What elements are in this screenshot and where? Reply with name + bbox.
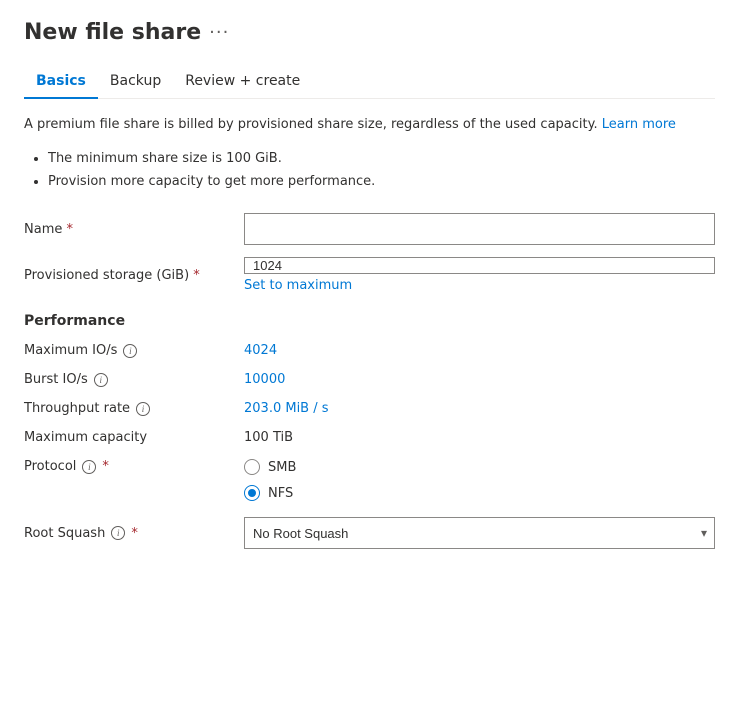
- perf-label-burst-ios: Burst IO/s i: [24, 372, 244, 387]
- root-squash-label: Root Squash i *: [24, 526, 244, 541]
- tab-backup[interactable]: Backup: [98, 65, 173, 99]
- protocol-label: Protocol i *: [24, 459, 244, 474]
- protocol-radio-group: SMB NFS: [244, 459, 296, 501]
- name-input[interactable]: [244, 213, 715, 245]
- perf-value-burst-ios: 10000: [244, 372, 285, 387]
- provisioned-required: *: [193, 268, 200, 283]
- bullet-list: The minimum share size is 100 GiB. Provi…: [24, 147, 715, 194]
- perf-label-max-ios: Maximum IO/s i: [24, 343, 244, 358]
- info-icon-throughput[interactable]: i: [136, 402, 150, 416]
- info-icon-root-squash[interactable]: i: [111, 526, 125, 540]
- protocol-nfs-label: NFS: [268, 486, 293, 501]
- tab-basics[interactable]: Basics: [24, 65, 98, 99]
- root-squash-required: *: [131, 526, 138, 541]
- provisioned-input[interactable]: [244, 257, 715, 274]
- perf-label-throughput: Throughput rate i: [24, 401, 244, 416]
- perf-row-throughput: Throughput rate i 203.0 MiB / s: [24, 401, 715, 416]
- page-title: New file share: [24, 20, 201, 45]
- protocol-smb-option[interactable]: SMB: [244, 459, 296, 475]
- perf-row-burst-ios: Burst IO/s i 10000: [24, 372, 715, 387]
- name-label: Name *: [24, 222, 244, 237]
- perf-value-throughput: 203.0 MiB / s: [244, 401, 329, 416]
- protocol-required: *: [102, 459, 109, 474]
- protocol-field-row: Protocol i * SMB NFS: [24, 459, 715, 501]
- perf-row-max-capacity: Maximum capacity 100 TiB: [24, 430, 715, 445]
- learn-more-link[interactable]: Learn more: [602, 117, 676, 132]
- set-to-maximum-link[interactable]: Set to maximum: [244, 278, 715, 293]
- perf-value-max-capacity: 100 TiB: [244, 430, 293, 445]
- more-options-icon[interactable]: ···: [209, 22, 229, 43]
- provisioned-field-stack: Set to maximum: [244, 257, 715, 293]
- perf-value-max-ios: 4024: [244, 343, 277, 358]
- provisioned-label: Provisioned storage (GiB) *: [24, 268, 244, 283]
- info-icon-max-ios[interactable]: i: [123, 344, 137, 358]
- name-field-row: Name *: [24, 213, 715, 245]
- perf-row-max-ios: Maximum IO/s i 4024: [24, 343, 715, 358]
- root-squash-field-row: Root Squash i * No Root Squash Root Squa…: [24, 517, 715, 549]
- info-banner: A premium file share is billed by provis…: [24, 115, 715, 135]
- protocol-nfs-option[interactable]: NFS: [244, 485, 296, 501]
- root-squash-select[interactable]: No Root Squash Root Squash All Squash: [244, 517, 715, 549]
- protocol-nfs-radio[interactable]: [244, 485, 260, 501]
- root-squash-select-wrapper: No Root Squash Root Squash All Squash ▾: [244, 517, 715, 549]
- info-icon-protocol[interactable]: i: [82, 460, 96, 474]
- perf-label-max-capacity: Maximum capacity: [24, 430, 244, 445]
- provisioned-field-row: Provisioned storage (GiB) * Set to maxim…: [24, 257, 715, 293]
- info-icon-burst-ios[interactable]: i: [94, 373, 108, 387]
- protocol-smb-radio[interactable]: [244, 459, 260, 475]
- form-section: Name * Provisioned storage (GiB) * Set t…: [24, 213, 715, 293]
- tab-review-create[interactable]: Review + create: [173, 65, 312, 99]
- tab-bar: Basics Backup Review + create: [24, 65, 715, 99]
- info-banner-text: A premium file share is billed by provis…: [24, 117, 598, 132]
- protocol-nfs-radio-dot: [248, 489, 256, 497]
- protocol-smb-label: SMB: [268, 460, 296, 475]
- bullet-item-2: Provision more capacity to get more perf…: [48, 170, 715, 193]
- page-header: New file share ···: [24, 20, 715, 45]
- performance-section-title: Performance: [24, 313, 715, 329]
- bullet-item-1: The minimum share size is 100 GiB.: [48, 147, 715, 170]
- performance-fields: Maximum IO/s i 4024 Burst IO/s i 10000 T…: [24, 343, 715, 445]
- name-required: *: [67, 222, 74, 237]
